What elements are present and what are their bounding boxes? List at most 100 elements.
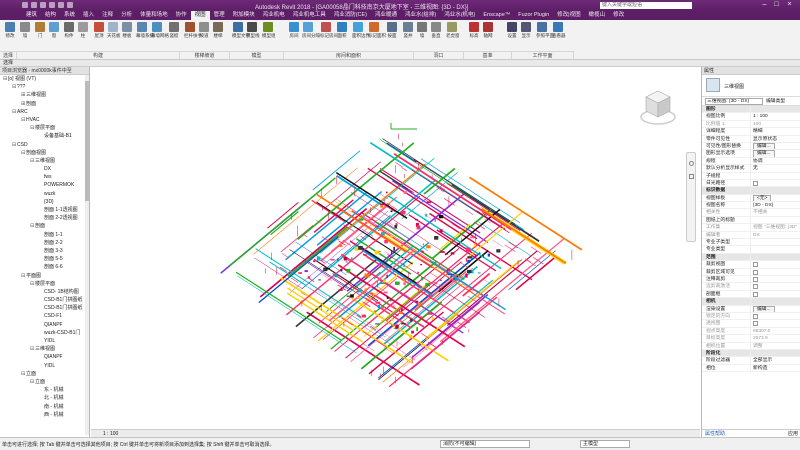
ribbon-button-1[interactable]: 墙 [19,22,31,38]
tree-item[interactable]: wuzk-CSD-B1门 [0,329,89,337]
tree-item[interactable]: CSD-F1 [0,312,89,320]
ribbon-button-15[interactable]: 模型文字 [232,22,250,38]
property-value[interactable] [750,239,800,246]
save-icon[interactable] [31,2,37,8]
checkbox[interactable] [753,269,758,275]
property-value[interactable]: 1 : 100 [750,113,800,120]
tab-18[interactable]: Fuzor Plugin [514,11,553,20]
tree-item[interactable]: 剖面 2-2透视图 [0,214,89,222]
tree-item[interactable]: ⊟立面 [0,378,89,386]
tab-17[interactable]: Enscape™ [479,11,514,20]
tree-item[interactable]: 西 - 机械 [0,411,89,419]
checkbox[interactable] [753,276,758,282]
ribbon-button-8[interactable]: 楼板 [121,22,133,38]
tree-item[interactable]: 设备基础-B1 [0,132,89,140]
open-icon[interactable] [22,2,28,8]
tree-item[interactable]: CSD-B1门拼图纸 [0,304,89,312]
property-value[interactable]: 编辑... [750,305,800,312]
checkbox[interactable] [753,262,758,268]
tree-item[interactable]: {3D} [0,198,89,206]
tab-11[interactable]: 鸿业机电 [259,11,289,20]
tab-13[interactable]: 鸿业消防(CE) [330,11,371,20]
design-option-dropdown[interactable]: 主模型 [580,440,630,448]
tab-15[interactable]: 鸿业水(给排) [401,11,440,20]
property-value[interactable] [750,261,800,268]
edit-type-button[interactable]: 编辑类型 [766,98,785,105]
tree-item[interactable]: DX [0,165,89,173]
property-category[interactable]: 范围 [702,253,800,262]
print-icon[interactable] [58,2,64,8]
drawing-canvas[interactable] [91,67,700,429]
tree-item[interactable]: POWERMOK [0,181,89,189]
select-dropdown[interactable]: 选择 [3,60,13,67]
tree-item[interactable]: CSD- 1B结构图 [0,288,89,296]
ribbon-button-7[interactable]: 天花板 [107,22,121,38]
property-value[interactable] [750,216,800,224]
checkbox[interactable] [753,321,758,327]
checkbox[interactable] [753,291,758,297]
tree-item[interactable]: ⊟剖面视图 [0,149,89,157]
ribbon-button-9[interactable]: 幕墙系统 [136,22,154,38]
tab-9[interactable]: 管理 [210,11,229,20]
tab-14[interactable]: 鸿业暖通 [371,11,401,20]
tree-item[interactable]: 剖面 1-1 [0,231,89,239]
property-category[interactable]: 标识数据 [702,187,800,195]
steering-wheel-icon[interactable] [689,161,694,166]
ribbon-button-24[interactable]: 按面 [386,22,398,38]
undo-icon[interactable] [40,2,46,8]
search-input[interactable]: 键入关键字或短语 [600,2,692,9]
property-value[interactable]: 精细 [750,128,800,135]
tab-10[interactable]: 附加模块 [229,11,259,20]
measure-icon[interactable] [67,2,73,8]
redo-icon[interactable] [49,2,55,8]
tab-21[interactable]: 修改 [609,11,628,20]
ribbon-button-33[interactable]: 参照平面 [536,22,554,38]
tree-item[interactable]: ⊟CSD [0,141,89,149]
tab-8[interactable]: 视图 [190,11,210,20]
tree-item[interactable]: ⊟??? [0,83,89,91]
ribbon-button-16[interactable]: 模型线 [246,22,260,38]
property-value[interactable]: <无> [750,194,800,202]
browser-scrollbar[interactable] [85,75,89,435]
ribbon-button-19[interactable]: 房间分隔 [302,22,320,38]
ribbon-button-26[interactable]: 墙 [416,22,428,38]
property-value[interactable] [750,275,800,283]
ribbon-button-30[interactable]: 轴网 [482,22,494,38]
tree-item[interactable]: 剖面 1-1透视图 [0,206,89,214]
ribbon-button-13[interactable]: 坡道 [198,22,210,38]
property-value[interactable]: 无 [750,165,800,172]
tree-item[interactable]: ⊟剖面 [0,222,89,230]
tree-item[interactable]: ⊟三维视图 [0,157,89,165]
tree-item[interactable]: YIDL [0,362,89,370]
tree-item[interactable]: 南 - 机械 [0,403,89,411]
checkbox[interactable] [753,284,758,290]
tab-7[interactable]: 协作 [172,11,191,20]
ribbon-button-31[interactable]: 设置 [506,22,518,38]
minimize-button[interactable]: – [760,1,769,9]
ribbon-button-32[interactable]: 显示 [520,22,532,38]
ribbon-button-21[interactable]: 面积 [336,22,348,38]
tree-item[interactable]: ⊞剖面 [0,100,89,108]
property-value[interactable]: 全部显示 [750,357,800,364]
property-category[interactable]: 图形 [702,106,800,114]
tab-6[interactable]: 体量和场地 [136,11,172,20]
quick-access-toolbar[interactable] [22,2,73,8]
tab-1[interactable]: 结构 [41,11,60,20]
tree-item[interactable]: CSD-B1门拼图纸 [0,296,89,304]
property-value[interactable] [750,268,800,275]
tab-3[interactable]: 插入 [79,11,98,20]
tab-4[interactable]: 注释 [98,11,117,20]
tab-16[interactable]: 鸿业水(机电) [440,11,479,20]
property-category[interactable]: 相机 [702,298,800,306]
ribbon-button-27[interactable]: 垂直 [430,22,442,38]
tab-2[interactable]: 系统 [60,11,79,20]
ribbon-button-20[interactable]: 标记房间 [320,22,338,38]
tab-19[interactable]: 修改|视图 [553,11,584,20]
tree-item[interactable]: ⊞三维视图 [0,91,89,99]
tree-item[interactable]: QIANPF [0,321,89,329]
ribbon-button-22[interactable]: 面积边界 [352,22,370,38]
property-value[interactable]: {3D - DX} [750,202,800,209]
tree-item[interactable]: ⊟[o] 视图 (VT) [0,75,89,83]
tree-item[interactable]: ⊟三维视图 [0,345,89,353]
ribbon-button-17[interactable]: 模型组 [262,22,276,38]
